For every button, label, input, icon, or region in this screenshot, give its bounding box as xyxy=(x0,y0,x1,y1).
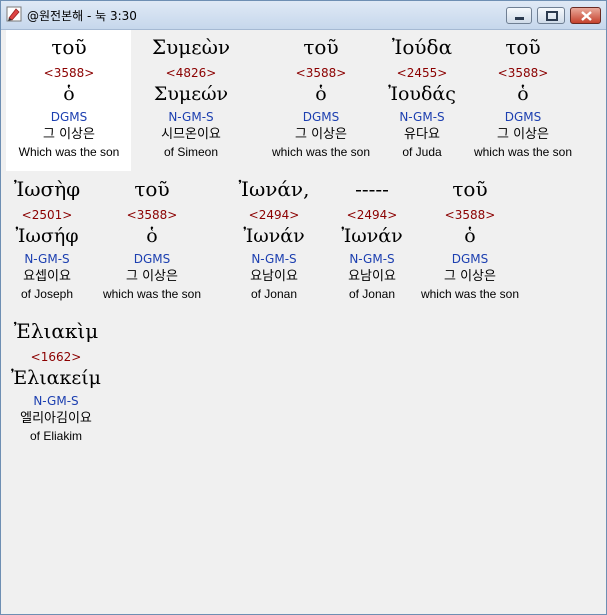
app-window: @원전본해 - 눅 3:30 τοῦ <3588> ὁ DGMS 그 이상은 W… xyxy=(0,0,607,615)
morphology-code: N-GM-S xyxy=(168,110,214,124)
korean-gloss: 그 이상은 xyxy=(126,269,178,284)
korean-gloss: 시므온이요 xyxy=(161,127,221,142)
minimize-icon xyxy=(515,17,524,20)
greek-word: τοῦ xyxy=(134,177,170,201)
greek-word: τοῦ xyxy=(505,35,541,59)
word-block[interactable]: Ἐλιακὶμ <1662> Ἐλιακείμ N-GM-S 엘리아김이요 of… xyxy=(5,317,121,444)
strong-number[interactable]: <1662> xyxy=(5,348,121,366)
english-gloss: which was the son xyxy=(420,287,520,301)
greek-word: τοῦ xyxy=(51,35,87,59)
lemma: ὁ xyxy=(517,83,529,105)
strong-number[interactable]: <3588> xyxy=(405,206,535,224)
greek-word: Ἐλιακὶμ xyxy=(13,319,99,343)
lemma: ὁ xyxy=(63,83,75,105)
english-gloss: Which was the son xyxy=(18,145,120,159)
morphology-code: DGMS xyxy=(504,110,542,124)
close-button[interactable] xyxy=(570,7,601,24)
minimize-button[interactable] xyxy=(506,7,532,24)
korean-gloss: 그 이상은 xyxy=(444,269,496,284)
english-gloss: of Eliakim xyxy=(29,429,82,443)
greek-word: τοῦ xyxy=(452,177,488,201)
word-block[interactable]: Συμεὼν <4826> Συμεών N-GM-S 시므온이요 of Sim… xyxy=(126,33,256,160)
window-title: @원전본해 - 눅 3:30 xyxy=(27,9,137,23)
morphology-code: N-GM-S xyxy=(33,394,79,408)
lemma: ὁ xyxy=(146,225,158,247)
morphology-code: DGMS xyxy=(50,110,88,124)
lemma: ὁ xyxy=(464,225,476,247)
close-icon xyxy=(581,11,592,21)
lemma: Συμεών xyxy=(153,83,229,105)
morphology-code: DGMS xyxy=(133,252,171,266)
korean-gloss: 그 이상은 xyxy=(43,127,95,142)
word-block[interactable]: τοῦ <3588> ὁ DGMS 그 이상은 Which was the so… xyxy=(5,33,134,160)
greek-word: Συμεὼν xyxy=(151,35,231,59)
interlinear-view: τοῦ <3588> ὁ DGMS 그 이상은 Which was the so… xyxy=(5,30,604,612)
strong-number[interactable]: <3588> xyxy=(5,64,134,82)
app-icon[interactable] xyxy=(6,6,22,22)
morphology-code: DGMS xyxy=(451,252,489,266)
maximize-icon xyxy=(546,11,558,21)
korean-gloss: 엘리아김이요 xyxy=(20,411,92,426)
word-block[interactable]: τοῦ <3588> ὁ DGMS 그 이상은 which was the so… xyxy=(458,33,588,160)
word-block[interactable]: τοῦ <3588> ὁ DGMS 그 이상은 which was the so… xyxy=(87,175,217,302)
english-gloss: which was the son xyxy=(102,287,202,301)
english-gloss: which was the son xyxy=(473,145,573,159)
strong-number[interactable]: <3588> xyxy=(458,64,588,82)
title-bar[interactable]: @원전본해 - 눅 3:30 xyxy=(1,1,606,30)
word-block[interactable]: τοῦ <3588> ὁ DGMS 그 이상은 which was the so… xyxy=(405,175,535,302)
maximize-button[interactable] xyxy=(537,7,565,24)
english-gloss: of Simeon xyxy=(163,145,219,159)
strong-number[interactable]: <4826> xyxy=(126,64,256,82)
strong-number[interactable]: <3588> xyxy=(87,206,217,224)
korean-gloss: 그 이상은 xyxy=(497,127,549,142)
lemma: Ἐλιακείμ xyxy=(10,367,102,389)
